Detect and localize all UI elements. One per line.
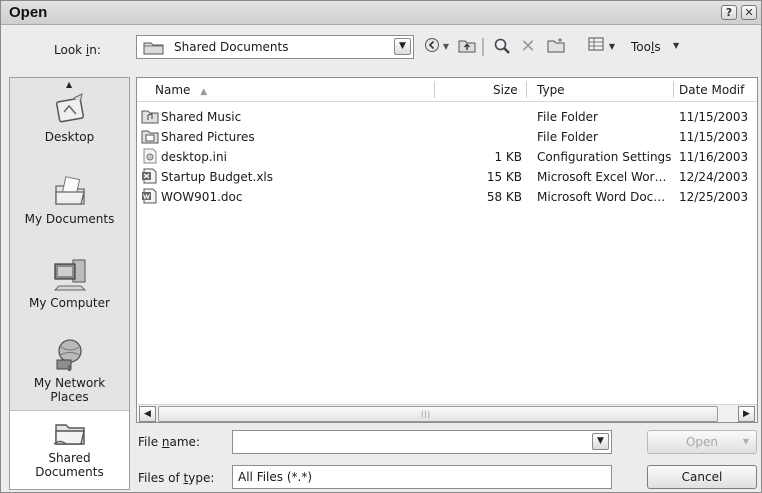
dialog-title: Open — [9, 4, 48, 21]
tools-dropdown-icon[interactable]: ▼ — [673, 41, 679, 50]
column-header-size[interactable]: Size — [493, 83, 518, 97]
new-folder-icon[interactable] — [545, 37, 567, 57]
delete-icon[interactable]: ✕ — [517, 37, 539, 57]
column-divider[interactable] — [434, 81, 435, 98]
open-dropdown-icon[interactable]: ▼ — [743, 431, 749, 453]
place-shared-documents[interactable]: Shared Documents — [10, 410, 129, 489]
look-in-dropdown-button[interactable]: ▼ — [394, 38, 411, 55]
settings-file-icon — [143, 148, 157, 164]
scroll-thumb[interactable]: ||| — [158, 406, 718, 422]
places-scroll-up-icon[interactable]: ▲ — [66, 80, 72, 89]
file-date: 11/16/2003 — [679, 150, 749, 164]
file-size: 15 KB — [486, 170, 522, 184]
folder-pictures-icon — [141, 130, 159, 144]
file-name-input[interactable]: ▼ — [232, 430, 612, 454]
place-desktop[interactable]: Desktop — [10, 92, 129, 144]
sort-ascending-icon: ▲ — [200, 87, 208, 97]
title-bar: Open ? ✕ — [1, 1, 761, 25]
file-date: 12/25/2003 — [679, 190, 749, 204]
files-of-type-value: All Files (*.*) — [238, 470, 313, 484]
place-my-documents[interactable]: My Documents — [10, 174, 129, 226]
search-web-icon[interactable] — [491, 37, 513, 57]
column-divider[interactable] — [673, 81, 674, 98]
file-name: Shared Music — [161, 110, 242, 124]
place-label: My Computer — [29, 296, 110, 310]
file-type: File Folder — [537, 110, 598, 124]
place-label: My Network Places — [33, 376, 106, 404]
files-of-type-label: Files of type: — [138, 471, 215, 485]
close-button[interactable]: ✕ — [741, 5, 757, 20]
excel-file-icon — [142, 168, 157, 184]
file-date: 11/15/2003 — [679, 130, 749, 144]
file-date: 11/15/2003 — [679, 110, 749, 124]
scroll-right-button[interactable]: ▶ — [738, 406, 755, 422]
place-label: Shared Documents — [35, 451, 104, 479]
back-dropdown-icon[interactable]: ▼ — [441, 37, 451, 57]
file-name: desktop.ini — [161, 150, 227, 164]
network-places-icon — [56, 339, 82, 371]
scroll-left-button[interactable]: ◀ — [139, 406, 156, 422]
my-computer-icon — [53, 259, 86, 291]
my-documents-icon — [54, 176, 85, 205]
views-dropdown-icon[interactable]: ▼ — [607, 37, 617, 57]
open-dialog: Open ? ✕ Look in: Shared Documents ▼ ▼ ✕… — [0, 0, 762, 493]
file-name-label: File name: — [138, 435, 200, 449]
horizontal-scrollbar[interactable]: ◀ ||| ▶ — [138, 404, 757, 422]
file-name: Shared Pictures — [161, 130, 255, 144]
file-row[interactable]: Shared Pictures File Folder 11/15/2003 — [137, 127, 757, 147]
files-of-type-dropdown[interactable]: All Files (*.*) — [232, 465, 612, 489]
file-type: Configuration Settings — [537, 150, 672, 164]
place-label: My Documents — [24, 212, 115, 226]
file-row[interactable]: Startup Budget.xls 15 KB Microsoft Excel… — [137, 167, 757, 187]
tools-menu[interactable]: Tools — [631, 40, 661, 54]
column-header-date[interactable]: Date Modif — [679, 83, 744, 97]
grip-icon: ||| — [421, 410, 432, 418]
place-label: Desktop — [44, 130, 95, 144]
look-in-label: Look in: — [54, 43, 101, 57]
file-type: Microsoft Word Doc… — [537, 190, 666, 204]
up-folder-icon[interactable] — [456, 37, 478, 57]
back-icon[interactable] — [421, 37, 443, 57]
views-icon[interactable] — [585, 37, 607, 57]
file-type: File Folder — [537, 130, 598, 144]
file-date: 12/24/2003 — [679, 170, 749, 184]
file-type: Microsoft Excel Wor… — [537, 170, 667, 184]
file-name: WOW901.doc — [161, 190, 243, 204]
cancel-button[interactable]: Cancel — [647, 465, 757, 489]
toolbar-separator — [482, 38, 484, 56]
file-list[interactable]: Name ▲ Size Type Date Modif Shared Music… — [136, 77, 758, 423]
file-row[interactable]: Shared Music File Folder 11/15/2003 — [137, 107, 757, 127]
look-in-dropdown[interactable]: Shared Documents ▼ — [136, 35, 414, 59]
file-list-header: Name ▲ Size Type Date Modif — [137, 78, 757, 102]
file-size: 58 KB — [486, 190, 522, 204]
file-name-dropdown-button[interactable]: ▼ — [592, 433, 609, 450]
file-row[interactable]: desktop.ini 1 KB Configuration Settings … — [137, 147, 757, 167]
column-divider[interactable] — [526, 81, 527, 98]
file-size: 1 KB — [494, 150, 522, 164]
folder-icon — [143, 42, 164, 55]
file-name: Startup Budget.xls — [161, 170, 274, 184]
help-button[interactable]: ? — [721, 5, 737, 20]
look-in-value: Shared Documents — [174, 40, 289, 54]
places-bar: ▲ Desktop My Documents My Computer My Ne… — [9, 77, 130, 490]
file-row[interactable]: WOW901.doc 58 KB Microsoft Word Doc… 12/… — [137, 187, 757, 207]
folder-music-icon — [141, 110, 159, 124]
open-button[interactable]: Open ▼ — [647, 430, 757, 454]
place-my-network-places[interactable]: My Network Places — [10, 338, 129, 404]
column-header-name[interactable]: Name ▲ — [155, 83, 207, 97]
desktop-icon — [55, 93, 84, 123]
column-header-type[interactable]: Type — [537, 83, 565, 97]
word-file-icon — [142, 188, 157, 204]
place-my-computer[interactable]: My Computer — [10, 256, 129, 310]
shared-documents-icon — [53, 424, 85, 445]
